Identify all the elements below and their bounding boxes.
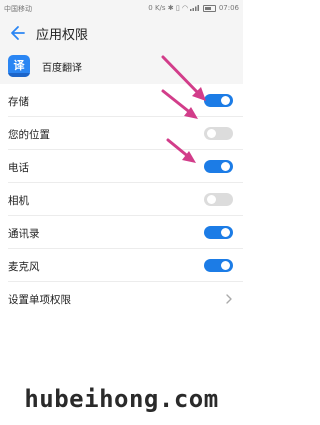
app-name: 百度翻译 <box>42 63 82 74</box>
page-title: 应用权限 <box>36 28 89 43</box>
microphone-toggle[interactable] <box>204 259 233 272</box>
permission-label: 相机 <box>8 195 29 207</box>
bluetooth-icon: ✱ <box>167 4 174 12</box>
permission-row-camera[interactable]: 相机 <box>0 183 243 216</box>
toggle-knob <box>221 162 230 171</box>
permission-row-microphone[interactable]: 麦克风 <box>0 249 243 282</box>
toggle-knob <box>221 261 230 270</box>
permission-label: 存储 <box>8 96 29 108</box>
network-speed: 0 K/s <box>148 4 166 12</box>
battery-icon <box>202 4 216 12</box>
wifi-icon: ◠ <box>182 4 189 12</box>
phone-toggle[interactable] <box>204 160 233 173</box>
permission-row-location[interactable]: 您的位置 <box>0 117 243 150</box>
status-right: 0 K/s ✱ ▯ ◠ 07:06 <box>148 4 239 12</box>
location-toggle[interactable] <box>204 127 233 140</box>
contacts-toggle[interactable] <box>204 226 233 239</box>
permission-row-phone[interactable]: 电话 <box>0 150 243 183</box>
permission-label: 麦克风 <box>8 261 40 273</box>
toggle-knob <box>207 195 216 204</box>
back-arrow-icon[interactable] <box>8 24 26 42</box>
permission-label: 电话 <box>8 162 29 174</box>
vibrate-icon: ▯ <box>175 4 180 12</box>
permission-label: 通讯录 <box>8 228 40 240</box>
clock: 07:06 <box>218 4 239 12</box>
chevron-right-icon <box>226 294 232 304</box>
single-permissions-label: 设置单项权限 <box>8 294 71 306</box>
camera-toggle[interactable] <box>204 193 233 206</box>
single-permissions-row[interactable]: 设置单项权限 <box>0 282 243 315</box>
toggle-knob <box>221 228 230 237</box>
permission-label: 您的位置 <box>8 129 50 141</box>
status-bar: 中国移动 0 K/s ✱ ▯ ◠ 07:06 <box>0 0 243 17</box>
permission-row-contacts[interactable]: 通讯录 <box>0 216 243 249</box>
annotation-arrow-icon <box>161 89 198 119</box>
annotation-arrow-icon <box>166 138 196 163</box>
toggle-knob <box>221 96 230 105</box>
watermark: hubeihong.com <box>24 385 219 413</box>
toggle-knob <box>207 129 216 138</box>
app-bar: 应用权限 <box>0 17 243 49</box>
signal-icon <box>190 5 200 11</box>
app-icon: 译 <box>8 55 30 77</box>
carrier-label: 中国移动 <box>4 5 32 13</box>
